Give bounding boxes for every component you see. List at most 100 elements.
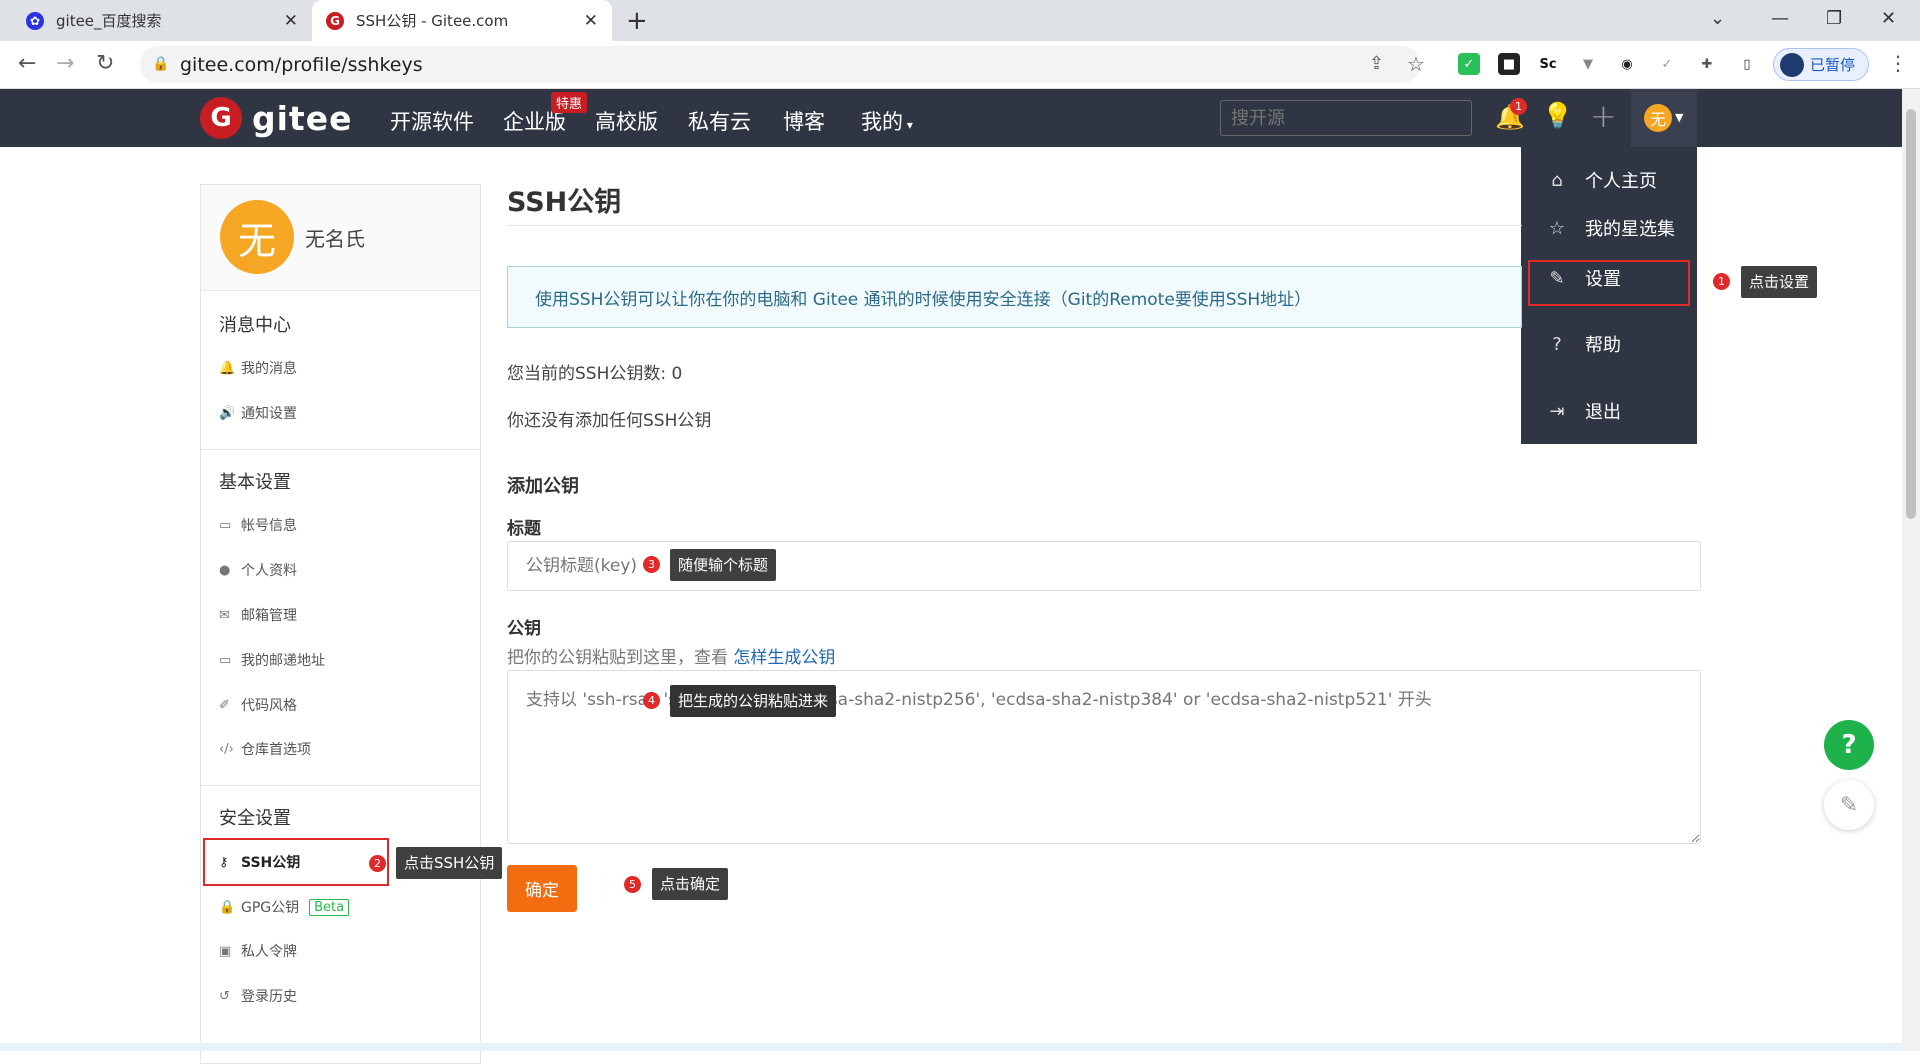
gitee-logo-icon: G [326,11,344,30]
sidebar-item-label: 帐号信息 [241,518,297,534]
annotation-number: 3 [643,556,660,573]
sidebar-item-notify-settings[interactable]: 🔊 通知设置 [219,403,297,423]
section-title-messages: 消息中心 [219,315,291,336]
bulb-icon[interactable]: 💡 [1542,101,1573,131]
bookmark-star-icon[interactable]: ☆ [1407,52,1425,76]
sidebar-item-label: 我的消息 [241,361,297,377]
sidebar-item-profile[interactable]: ● 个人资料 [219,560,297,580]
nav-blog[interactable]: 博客 [783,106,825,136]
settings-sidebar: 无 无名氏 消息中心 🔔 我的消息 🔊 通知设置 基本设置 ▭ 帐号信息 ● 个人资料 … [200,184,481,1064]
menu-item-help[interactable]: ? 帮助 [1545,331,1621,357]
sidebar-item-label: 个人资料 [241,563,297,579]
nav-private-cloud[interactable]: 私有云 [688,106,751,136]
minimize-button[interactable]: — [1771,8,1789,29]
tab-search-chevron-icon[interactable]: ⌄ [1710,8,1725,29]
vue-ext-icon[interactable]: ▼ [1577,53,1599,75]
address-card-icon: ▭ [219,652,232,668]
url-field[interactable]: gitee.com/profile/sshkeys [140,46,1420,83]
browser-tab-bar: ✿ gitee_百度搜索 ✕ G SSH公钥 - Gitee.com ✕ + ⌄… [0,0,1920,41]
annotation-tooltip: 把生成的公钥粘贴进来 [670,685,837,717]
avatar[interactable]: 无 [220,200,294,274]
help-fab-button[interactable]: ? [1824,720,1874,770]
sidebar-item-gpg-keys[interactable]: 🔒 GPG公钥 Beta [219,897,350,917]
sc-ext-icon[interactable]: Sc [1537,53,1559,75]
sidebar-item-email[interactable]: ✉ 邮箱管理 [219,605,297,625]
nav-open-source[interactable]: 开源软件 [390,106,474,136]
scrollbar-thumb[interactable] [1906,109,1916,519]
page-title: SSH公钥 [507,187,622,218]
address-bar: ← → ↻ gitee.com/profile/sshkeys 🔒 ⇪ ☆ ✓ … [0,41,1920,89]
menu-item-stars[interactable]: ☆ 我的星选集 [1545,215,1675,241]
shield-ext-icon[interactable]: ✓ [1458,53,1480,75]
annotation-number: 2 [369,855,386,872]
new-tab-button[interactable]: + [626,6,648,36]
key-hint: 把你的公钥粘贴到这里，查看 怎样生成公钥 [507,643,835,668]
annotation-number: 5 [624,876,641,893]
user-menu-toggle[interactable]: 无 ▼ [1631,89,1697,147]
section-title-basic: 基本设置 [219,472,291,493]
help-circle-icon: ? [1552,333,1562,355]
sidebar-item-login-history[interactable]: ↺ 登录历史 [219,986,297,1006]
info-alert: 使用SSH公钥可以让你在你的电脑和 Gitee 通讯的时候使用安全连接（Git的… [507,266,1522,328]
search-input[interactable] [1220,100,1472,136]
dark-ext-icon[interactable]: ■ [1498,53,1520,75]
sidebar-item-my-messages[interactable]: 🔔 我的消息 [219,358,297,378]
menu-item-logout[interactable]: ⇥ 退出 [1545,398,1621,424]
menu-label: 个人主页 [1585,171,1657,192]
nav-mine[interactable]: 我的 ▾ [861,106,913,136]
nav-university[interactable]: 高校版 [595,106,658,136]
divider [201,449,480,450]
sidebar-item-label: 邮箱管理 [241,608,297,624]
username[interactable]: 无名氏 [305,223,365,252]
sidebar-item-account[interactable]: ▭ 帐号信息 [219,515,297,535]
close-window-button[interactable]: ✕ [1881,8,1896,29]
how-to-generate-link[interactable]: 怎样生成公钥 [733,648,835,668]
sidebar-item-label: 私人令牌 [241,944,297,960]
check-ext-icon[interactable]: ✓ [1656,53,1678,75]
browser-menu-icon[interactable]: ⋮ [1888,51,1908,75]
forward-button[interactable]: → [56,51,74,76]
close-tab-icon[interactable]: ✕ [584,11,598,31]
sidebar-item-repo-prefs[interactable]: ‹/› 仓库首选项 [219,739,311,759]
restore-button[interactable]: ❐ [1826,8,1842,29]
sidebar-item-tokens[interactable]: ▣ 私人令牌 [219,941,297,961]
menu-item-profile[interactable]: ⌂ 个人主页 [1545,167,1657,193]
tab-baidu-search[interactable]: ✿ gitee_百度搜索 ✕ [12,0,312,41]
lock-icon[interactable]: 🔒 [152,56,169,72]
close-tab-icon[interactable]: ✕ [284,11,298,31]
sidebar-item-address[interactable]: ▭ 我的邮递地址 [219,650,325,670]
sidebar-item-label: 我的邮递地址 [241,653,325,669]
sidebar-item-label: 通知设置 [241,406,297,422]
reload-button[interactable]: ↻ [96,51,114,76]
tab-gitee-ssh[interactable]: G SSH公钥 - Gitee.com ✕ [312,0,612,41]
submit-button[interactable]: 确定 [507,865,577,912]
sidepanel-icon[interactable]: ▯ [1736,53,1758,75]
sidebar-item-label: 仓库首选项 [241,742,311,758]
history-icon: ↺ [219,988,230,1004]
profile-paused-button[interactable]: 已暂停 [1773,48,1869,81]
create-plus-icon[interactable]: + [1590,97,1617,135]
back-button[interactable]: ← [18,51,36,76]
share-icon[interactable]: ⇪ [1369,53,1384,74]
horizontal-scrollbar[interactable] [0,1043,1902,1051]
puzzle-icon[interactable]: ✚ [1696,53,1718,75]
notification-count-badge: 1 [1510,98,1527,115]
menu-label: 我的星选集 [1585,219,1675,240]
sidebar-item-code-style[interactable]: ✐ 代码风格 [219,695,297,715]
key-hint-text: 把你的公钥粘贴到这里，查看 [507,648,728,668]
vertical-scrollbar[interactable] [1902,89,1920,1051]
empty-state-text: 你还没有添加任何SSH公钥 [507,411,712,431]
gitee-logo[interactable]: G gitee [200,97,352,139]
key-label: 公钥 [507,619,541,639]
divider [201,785,480,786]
ssh-highlight-box [203,838,389,886]
promo-badge: 特惠 [551,92,588,113]
feedback-fab-button[interactable]: ✎ [1824,780,1874,830]
menu-label: 退出 [1585,402,1621,423]
speaker-icon: 🔊 [219,405,236,421]
ext-icon[interactable]: ◉ [1616,53,1638,75]
info-text: 使用SSH公钥可以让你在你的电脑和 Gitee 通讯的时候使用安全连接（Git的… [535,289,1312,310]
lock-icon: 🔒 [219,899,236,915]
gitee-header: G gitee 开源软件 企业版 特惠 高校版 私有云 博客 我的 ▾ 🔔 1 … [0,89,1902,147]
key-count-text: 您当前的SSH公钥数: 0 [507,364,683,384]
